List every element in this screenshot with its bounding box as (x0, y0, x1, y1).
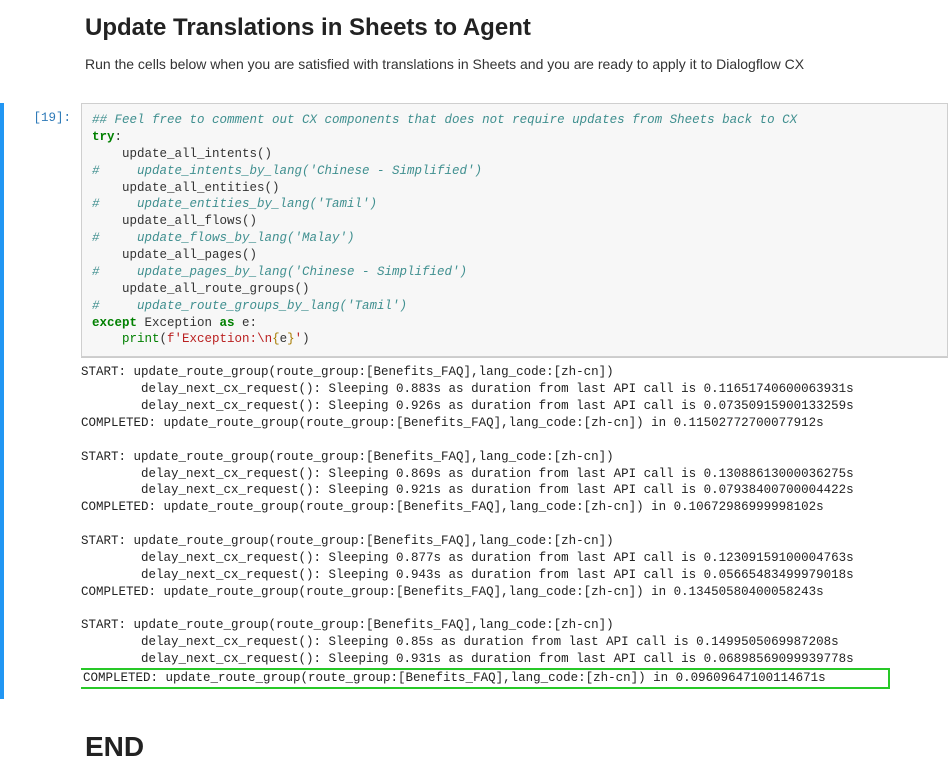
code-text: Exception (137, 316, 220, 330)
code-fstring-brace: } (287, 332, 295, 346)
code-keyword-try: try (92, 130, 115, 144)
code-fstring-brace: { (272, 332, 280, 346)
section-description: Run the cells below when you are satisfi… (85, 54, 948, 75)
code-text: update_all_entities() (92, 181, 280, 195)
output-line: COMPLETED: update_route_group(route_grou… (81, 416, 824, 430)
code-comment: # update_intents_by_lang('Chinese - Simp… (92, 164, 482, 178)
code-text: : (115, 130, 123, 144)
output-cell: START: update_route_group(route_group:[B… (0, 357, 948, 699)
code-text: e (280, 332, 288, 346)
output-line: delay_next_cx_request(): Sleeping 0.869s… (81, 467, 854, 481)
output-prompt (6, 357, 81, 699)
code-text: ( (160, 332, 168, 346)
output-line: START: update_route_group(route_group:[B… (81, 618, 614, 632)
output-line: delay_next_cx_request(): Sleeping 0.85s … (81, 635, 839, 649)
notebook-container: Update Translations in Sheets to Agent R… (0, 0, 948, 771)
code-comment: # update_flows_by_lang('Malay') (92, 231, 355, 245)
code-text: update_all_pages() (92, 248, 257, 262)
markdown-cell-heading: Update Translations in Sheets to Agent R… (0, 0, 948, 99)
output-line: COMPLETED: update_route_group(route_grou… (81, 585, 824, 599)
output-line: delay_next_cx_request(): Sleeping 0.883s… (81, 382, 854, 396)
code-string: f'Exception: (167, 332, 257, 346)
code-text: update_all_flows() (92, 214, 257, 228)
output-line: COMPLETED: update_route_group(route_grou… (81, 500, 824, 514)
markdown-cell-end: END (0, 699, 948, 771)
code-keyword-except: except (92, 316, 137, 330)
code-text (92, 332, 122, 346)
output-line: delay_next_cx_request(): Sleeping 0.943s… (81, 568, 854, 582)
cell-selected-marker (0, 103, 4, 357)
code-comment: ## Feel free to comment out CX component… (92, 113, 797, 127)
code-text: update_all_intents() (92, 147, 272, 161)
output-line: START: update_route_group(route_group:[B… (81, 534, 614, 548)
output-line: delay_next_cx_request(): Sleeping 0.926s… (81, 399, 854, 413)
code-input-area[interactable]: ## Feel free to comment out CX component… (81, 103, 948, 357)
input-prompt: [19]: (6, 103, 81, 357)
code-text: update_all_route_groups() (92, 282, 310, 296)
highlighted-output-line: COMPLETED: update_route_group(route_grou… (81, 668, 890, 689)
output-line: delay_next_cx_request(): Sleeping 0.931s… (81, 652, 854, 666)
code-comment: # update_route_groups_by_lang('Tamil') (92, 299, 407, 313)
code-text: ) (302, 332, 310, 346)
code-keyword-as: as (220, 316, 235, 330)
code-builtin-print: print (122, 332, 160, 346)
output-line: delay_next_cx_request(): Sleeping 0.921s… (81, 483, 854, 497)
code-comment: # update_pages_by_lang('Chinese - Simpli… (92, 265, 467, 279)
code-string-escape: \n (257, 332, 272, 346)
section-title: Update Translations in Sheets to Agent (85, 14, 948, 42)
output-line: START: update_route_group(route_group:[B… (81, 450, 614, 464)
code-comment: # update_entities_by_lang('Tamil') (92, 197, 377, 211)
output-line: START: update_route_group(route_group:[B… (81, 365, 614, 379)
output-text-area[interactable]: START: update_route_group(route_group:[B… (81, 357, 948, 699)
code-string: ' (295, 332, 303, 346)
code-text: e: (235, 316, 258, 330)
code-cell[interactable]: [19]: ## Feel free to comment out CX com… (0, 103, 948, 357)
end-title: END (85, 731, 948, 763)
cell-selected-marker (0, 357, 4, 699)
output-line: delay_next_cx_request(): Sleeping 0.877s… (81, 551, 854, 565)
